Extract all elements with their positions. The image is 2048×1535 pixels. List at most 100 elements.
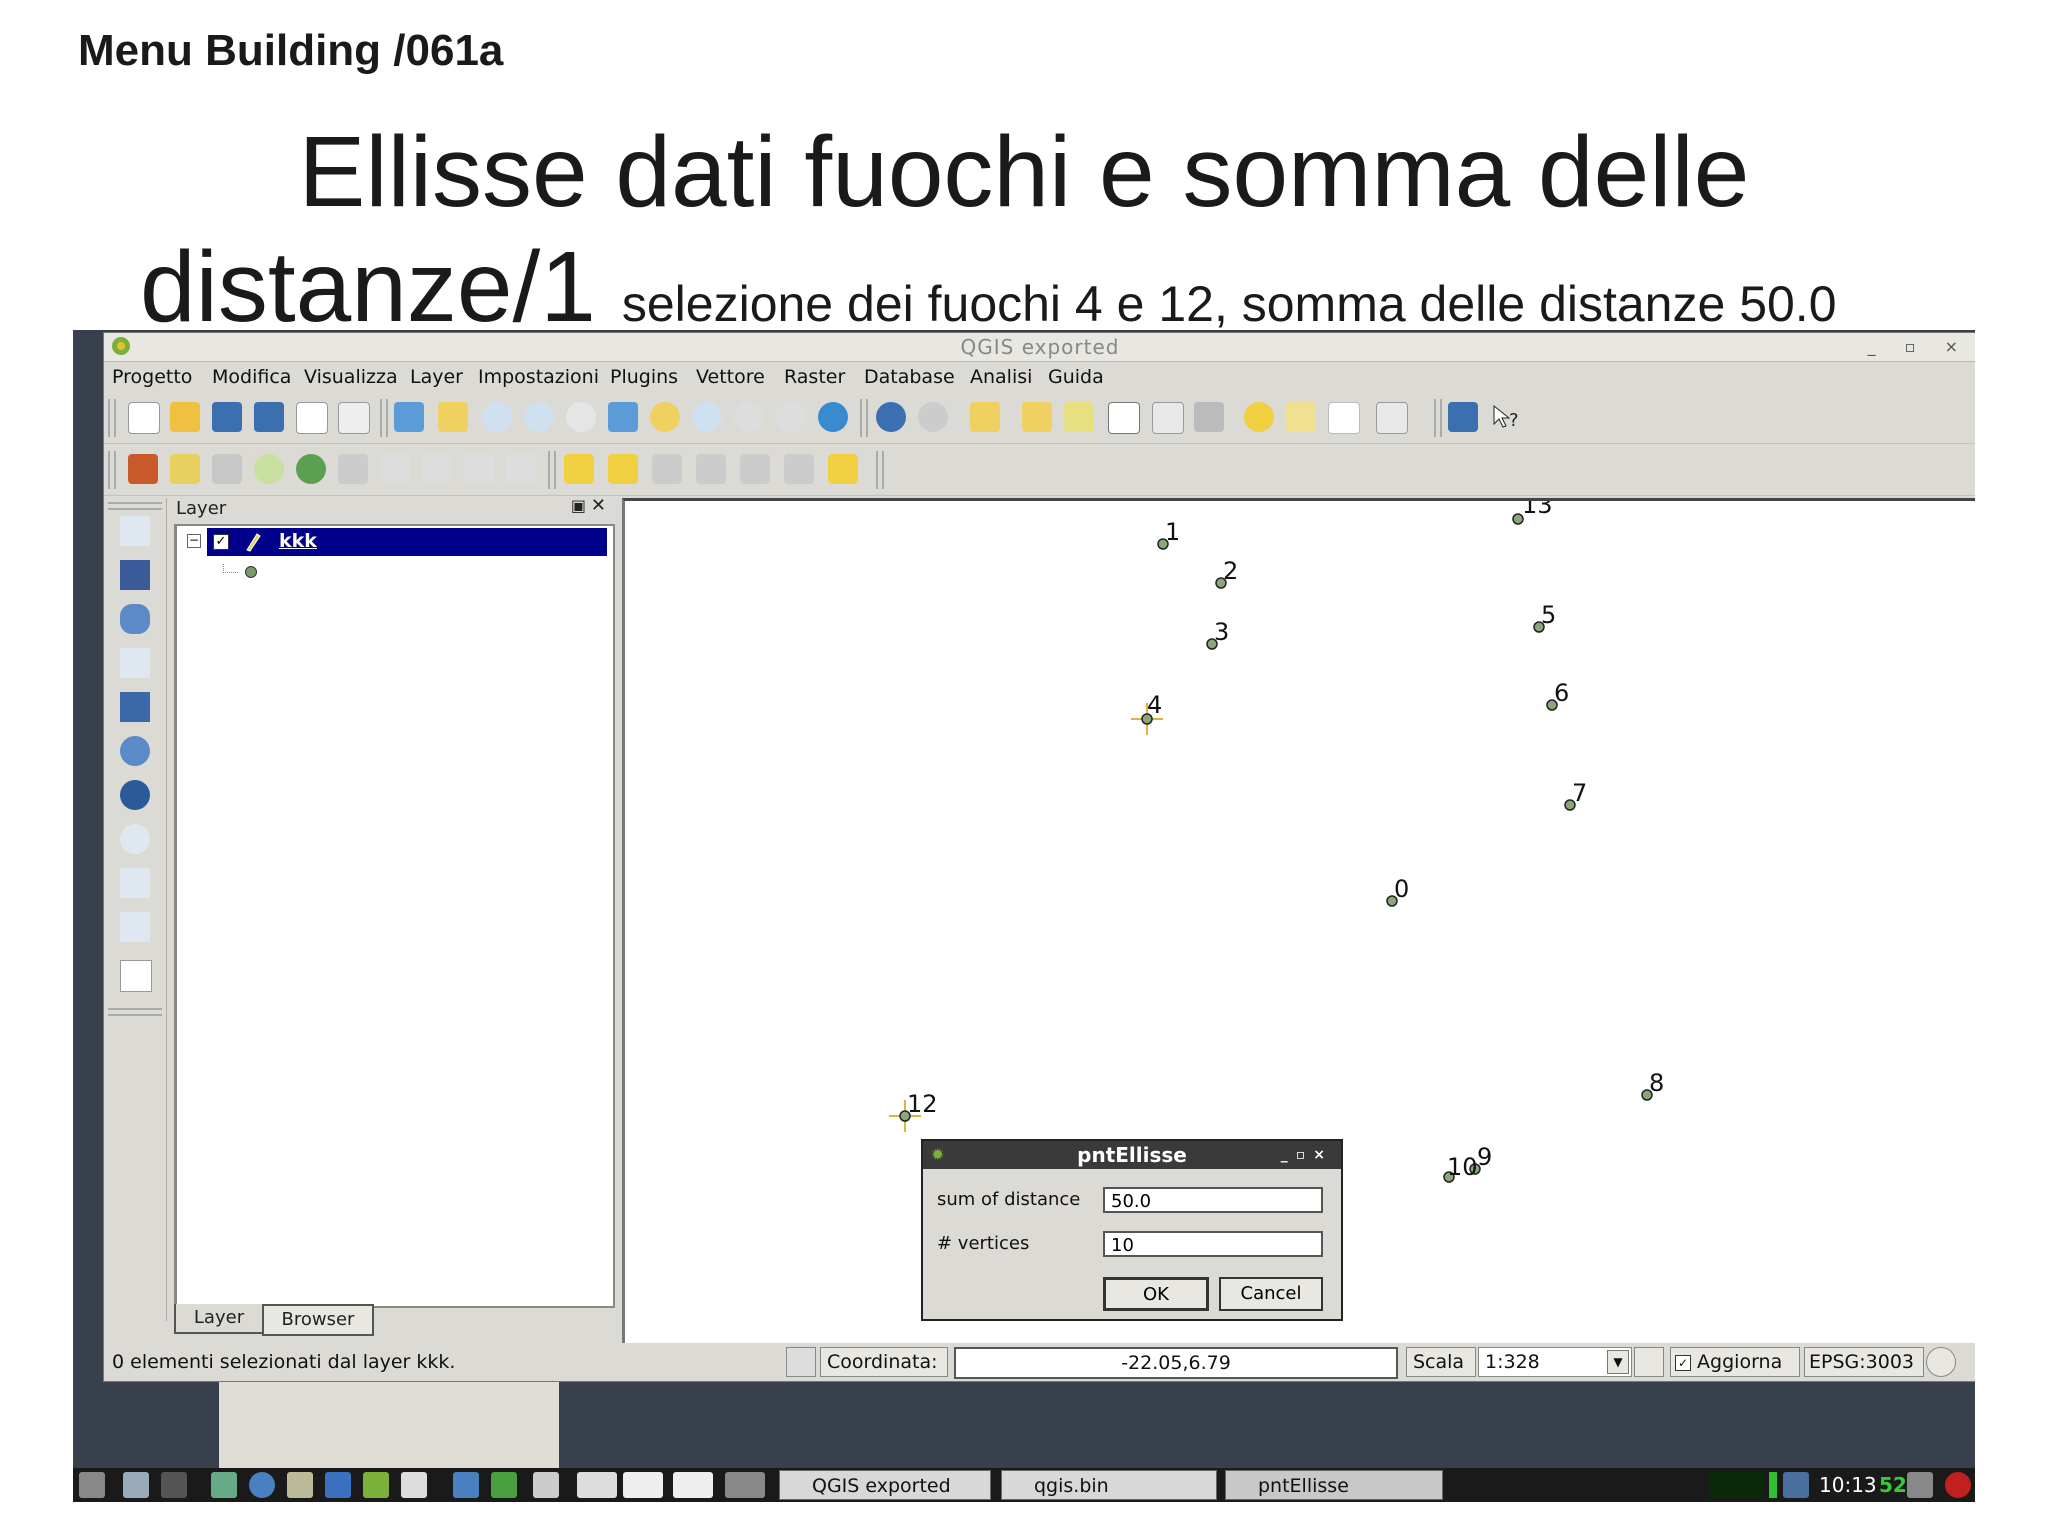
menu-guida[interactable]: Guida [1048, 366, 1104, 388]
zoom-last-icon[interactable] [734, 402, 764, 432]
deselect-icon[interactable] [1022, 402, 1052, 432]
messages-icon[interactable] [1926, 1347, 1956, 1377]
save-edits-icon[interactable] [212, 454, 242, 484]
menu-progetto[interactable]: Progetto [112, 366, 192, 388]
start-menu-icon[interactable] [79, 1472, 105, 1498]
menu-layer[interactable]: Layer [410, 366, 463, 388]
current-edits-icon[interactable] [128, 454, 158, 484]
run-action-icon[interactable] [918, 402, 948, 432]
zoom-full-icon[interactable] [608, 402, 638, 432]
measure-icon[interactable] [1194, 402, 1224, 432]
add-mssql-layer-icon[interactable] [120, 692, 150, 722]
select-features-icon[interactable] [970, 402, 1000, 432]
vertices-input[interactable]: 10 [1103, 1231, 1323, 1257]
tab-browser[interactable]: Browser [262, 1304, 374, 1336]
zoom-actual-icon[interactable] [566, 402, 596, 432]
add-postgis-layer-icon[interactable] [120, 604, 150, 634]
toggle-editing-icon[interactable] [170, 454, 200, 484]
layer-item-kkk[interactable]: ✓ kkk [207, 528, 607, 556]
toolbar-grip[interactable] [108, 502, 162, 510]
toolbar-grip[interactable] [1434, 399, 1442, 437]
attribute-table-icon[interactable] [1108, 402, 1140, 434]
menu-vettore[interactable]: Vettore [696, 366, 765, 388]
file-manager-icon[interactable] [211, 1472, 237, 1498]
network-status-icon[interactable] [1783, 1472, 1809, 1498]
stop-render-icon[interactable] [1634, 1347, 1664, 1377]
desktop-icon[interactable] [401, 1472, 427, 1498]
menu-analisi[interactable]: Analisi [970, 366, 1032, 388]
calc-icon[interactable] [491, 1472, 517, 1498]
task-qgis-exported[interactable]: QGIS exported [779, 1470, 991, 1500]
open-folder-icon[interactable] [170, 402, 200, 432]
toolbar-grip[interactable] [108, 1008, 162, 1016]
coordinate-field[interactable]: -22.05,6.79 [954, 1347, 1398, 1379]
highlight-pinned-labels-icon[interactable] [652, 454, 682, 484]
toolbar-grip[interactable] [380, 399, 388, 437]
identify-icon[interactable] [876, 402, 906, 432]
render-toggle[interactable]: ✓ Aggiorna [1670, 1347, 1800, 1377]
workspace-1-icon[interactable] [533, 1472, 559, 1498]
menu-plugins[interactable]: Plugins [610, 366, 678, 388]
cancel-button[interactable]: Cancel [1219, 1277, 1323, 1311]
menu-raster[interactable]: Raster [784, 366, 845, 388]
task-qgis-bin[interactable]: qgis.bin [1001, 1470, 1217, 1500]
show-hide-labels-icon[interactable] [696, 454, 726, 484]
composer-manager-icon[interactable] [338, 402, 370, 434]
menu-modifica[interactable]: Modifica [212, 366, 291, 388]
select-by-expression-icon[interactable] [1064, 402, 1094, 432]
sum-of-distance-input[interactable]: 50.0 [1103, 1187, 1323, 1213]
cut-icon[interactable] [422, 454, 452, 484]
copy-icon[interactable] [464, 454, 494, 484]
pan-icon[interactable] [394, 402, 424, 432]
change-label-icon[interactable] [828, 454, 858, 484]
remove-layer-icon[interactable] [120, 960, 152, 992]
window-controls[interactable]: _ ▫ × [1868, 337, 1970, 356]
help-contents-icon[interactable] [1448, 402, 1478, 432]
move-feature-icon[interactable] [296, 454, 326, 484]
zoom-in-icon[interactable] [482, 402, 512, 432]
add-feature-icon[interactable] [254, 454, 284, 484]
coord-toggle-icon[interactable] [786, 1347, 816, 1377]
collapse-toggle-icon[interactable]: − [187, 534, 201, 548]
layer-labeling-icon[interactable] [564, 454, 594, 484]
volume-icon[interactable] [1907, 1472, 1933, 1498]
new-shapefile-icon[interactable] [120, 912, 150, 942]
toolbar-grip[interactable] [876, 451, 884, 489]
writer-icon[interactable] [453, 1472, 479, 1498]
workspace-5-icon[interactable] [725, 1472, 765, 1498]
browser-icon[interactable] [249, 1472, 275, 1498]
new-print-composer-icon[interactable] [296, 402, 328, 434]
menu-visualizza[interactable]: Visualizza [304, 366, 398, 388]
move-label-icon[interactable] [740, 454, 770, 484]
save-icon[interactable] [212, 402, 242, 432]
mail-icon[interactable] [287, 1472, 313, 1498]
show-desktop-icon[interactable] [123, 1472, 149, 1498]
chevron-down-icon[interactable]: ▼ [1607, 1350, 1629, 1374]
window-titlebar[interactable]: QGIS exported _ ▫ × [104, 333, 1975, 362]
close-panel-icon[interactable]: ✕ [591, 495, 606, 516]
float-panel-icon[interactable]: ▣ [571, 496, 586, 515]
map-tips-icon[interactable] [1244, 402, 1274, 432]
ok-button[interactable]: OK [1103, 1277, 1209, 1311]
node-tool-icon[interactable] [338, 454, 368, 484]
toolbar-grip[interactable] [548, 451, 556, 489]
power-icon[interactable] [1945, 1472, 1971, 1498]
add-raster-layer-icon[interactable] [120, 560, 150, 590]
scale-combobox[interactable]: 1:328 ▼ [1478, 1347, 1632, 1377]
add-wms-layer-icon[interactable] [120, 736, 150, 766]
paste-icon[interactable] [506, 454, 536, 484]
toolbar-grip[interactable] [108, 451, 116, 489]
menu-impostazioni[interactable]: Impostazioni [478, 366, 599, 388]
delete-selected-icon[interactable] [380, 454, 410, 484]
dialog-window-controls[interactable]: _▫× [1281, 1141, 1333, 1169]
whats-this-icon[interactable]: ? [1490, 402, 1520, 432]
qgis-launcher-icon[interactable] [363, 1472, 389, 1498]
add-wcs-layer-icon[interactable] [120, 780, 150, 810]
add-delimited-text-layer-icon[interactable] [120, 868, 150, 898]
zoom-next-icon[interactable] [776, 402, 806, 432]
new-bookmark-icon[interactable] [1286, 402, 1316, 432]
show-bookmarks-icon[interactable] [1328, 402, 1360, 434]
network-icon[interactable] [325, 1472, 351, 1498]
zoom-out-icon[interactable] [524, 402, 554, 432]
zoom-to-selection-icon[interactable] [650, 402, 680, 432]
